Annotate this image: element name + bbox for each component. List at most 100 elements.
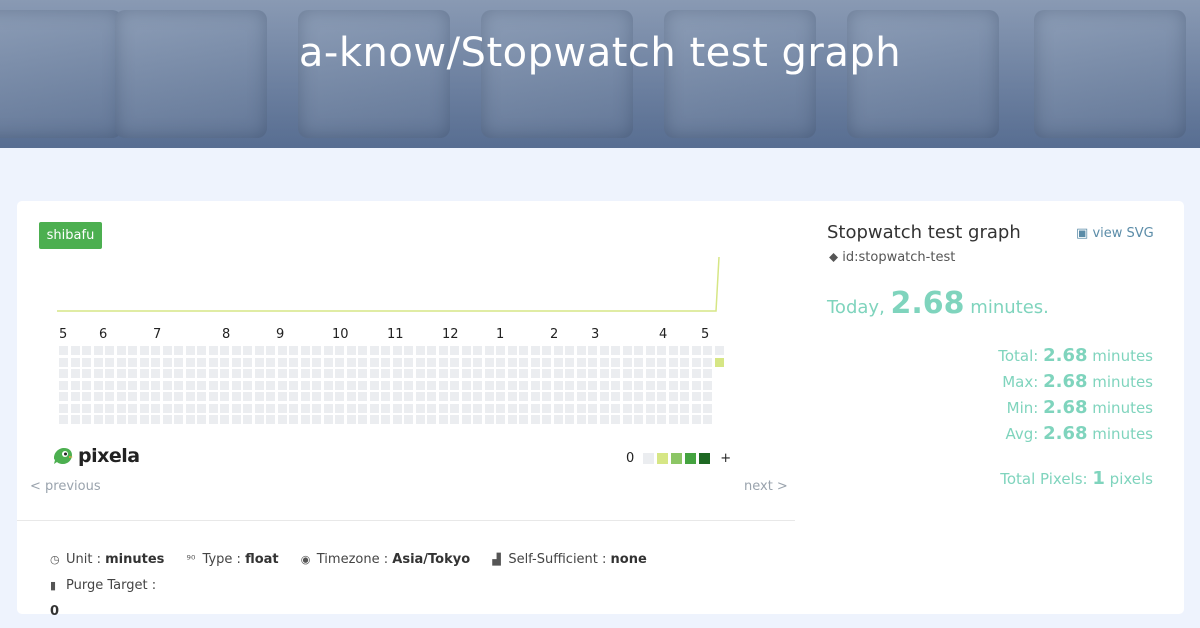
grid-cell[interactable]	[576, 415, 586, 424]
grid-cell[interactable]	[404, 357, 413, 367]
grid-cell[interactable]	[70, 403, 80, 413]
grid-cell[interactable]	[358, 380, 367, 390]
grid-cell[interactable]	[59, 380, 68, 390]
grid-cell[interactable]	[266, 392, 275, 401]
grid-cell[interactable]	[105, 403, 114, 413]
grid-cell[interactable]	[151, 357, 160, 367]
grid-cell[interactable]	[59, 415, 68, 424]
grid-cell[interactable]	[116, 380, 126, 390]
grid-cell[interactable]	[634, 415, 643, 424]
grid-cell[interactable]	[427, 380, 436, 390]
grid-cell[interactable]	[116, 357, 126, 367]
grid-cell[interactable]	[231, 415, 241, 424]
grid-cell[interactable]	[254, 346, 264, 355]
grid-cell[interactable]	[565, 403, 574, 413]
pixela-logo[interactable]: pixela	[50, 444, 140, 468]
grid-cell[interactable]	[611, 380, 620, 390]
grid-cell[interactable]	[266, 403, 275, 413]
grid-cell[interactable]	[588, 369, 597, 378]
grid-cell[interactable]	[231, 380, 241, 390]
grid-cell[interactable]	[162, 415, 172, 424]
grid-cell[interactable]	[289, 392, 298, 401]
grid-cell[interactable]	[542, 392, 551, 401]
grid-cell[interactable]	[484, 357, 494, 367]
grid-cell[interactable]	[139, 346, 149, 355]
grid-cell[interactable]	[151, 415, 160, 424]
grid-cell[interactable]	[277, 369, 287, 378]
grid-cell[interactable]	[438, 369, 448, 378]
grid-cell[interactable]	[496, 392, 505, 401]
grid-cell[interactable]	[634, 346, 643, 355]
grid-cell[interactable]	[622, 369, 632, 378]
grid-cell[interactable]	[323, 380, 333, 390]
grid-cell[interactable]	[197, 369, 206, 378]
grid-cell[interactable]	[657, 380, 666, 390]
grid-cell[interactable]	[139, 380, 149, 390]
grid-cell[interactable]	[576, 346, 586, 355]
grid-cell[interactable]	[657, 369, 666, 378]
grid-cell[interactable]	[703, 369, 712, 378]
grid-cell[interactable]	[588, 403, 597, 413]
grid-cell[interactable]	[392, 346, 402, 355]
grid-cell[interactable]	[220, 369, 229, 378]
grid-cell[interactable]	[530, 346, 540, 355]
grid-cell[interactable]	[691, 346, 701, 355]
grid-cell[interactable]	[82, 392, 91, 401]
grid-cell[interactable]	[82, 403, 91, 413]
grid-cell[interactable]	[496, 415, 505, 424]
grid-cell[interactable]	[507, 403, 517, 413]
grid-cell[interactable]	[496, 369, 505, 378]
grid-cell[interactable]	[645, 369, 655, 378]
grid-cell[interactable]	[162, 357, 172, 367]
grid-cell[interactable]	[82, 346, 91, 355]
grid-cell[interactable]	[404, 415, 413, 424]
grid-cell[interactable]	[197, 380, 206, 390]
grid-cell[interactable]	[231, 357, 241, 367]
grid-cell[interactable]	[312, 380, 321, 390]
grid-cell[interactable]	[128, 380, 137, 390]
grid-cell[interactable]	[668, 346, 678, 355]
grid-cell[interactable]	[59, 369, 68, 378]
grid-cell[interactable]	[599, 403, 609, 413]
grid-cell[interactable]	[151, 346, 160, 355]
grid-cell[interactable]	[392, 415, 402, 424]
grid-cell[interactable]	[266, 415, 275, 424]
grid-cell[interactable]	[530, 369, 540, 378]
grid-cell[interactable]	[450, 380, 459, 390]
grid-cell[interactable]	[634, 380, 643, 390]
grid-cell[interactable]	[105, 346, 114, 355]
view-svg-link[interactable]: ▣ view SVG	[1076, 226, 1154, 241]
grid-cell[interactable]	[565, 380, 574, 390]
grid-cell[interactable]	[151, 369, 160, 378]
grid-cell[interactable]	[714, 357, 724, 367]
grid-cell[interactable]	[105, 357, 114, 367]
grid-cell[interactable]	[461, 346, 471, 355]
grid-cell[interactable]	[530, 380, 540, 390]
grid-cell[interactable]	[369, 357, 379, 367]
grid-cell[interactable]	[450, 403, 459, 413]
grid-cell[interactable]	[93, 380, 103, 390]
grid-cell[interactable]	[346, 357, 356, 367]
grid-cell[interactable]	[59, 357, 68, 367]
grid-cell[interactable]	[519, 346, 528, 355]
grid-cell[interactable]	[507, 346, 517, 355]
grid-cell[interactable]	[427, 346, 436, 355]
grid-cell[interactable]	[70, 392, 80, 401]
grid-cell[interactable]	[300, 403, 310, 413]
grid-cell[interactable]	[277, 357, 287, 367]
grid-cell[interactable]	[312, 392, 321, 401]
grid-cell[interactable]	[369, 392, 379, 401]
grid-cell[interactable]	[645, 357, 655, 367]
grid-cell[interactable]	[243, 415, 252, 424]
grid-cell[interactable]	[622, 380, 632, 390]
grid-cell[interactable]	[162, 403, 172, 413]
grid-cell[interactable]	[185, 415, 195, 424]
grid-cell[interactable]	[473, 415, 482, 424]
grid-cell[interactable]	[346, 415, 356, 424]
grid-cell[interactable]	[335, 403, 344, 413]
grid-cell[interactable]	[220, 403, 229, 413]
grid-cell[interactable]	[185, 357, 195, 367]
grid-cell[interactable]	[565, 346, 574, 355]
grid-cell[interactable]	[266, 357, 275, 367]
grid-cell[interactable]	[381, 346, 390, 355]
